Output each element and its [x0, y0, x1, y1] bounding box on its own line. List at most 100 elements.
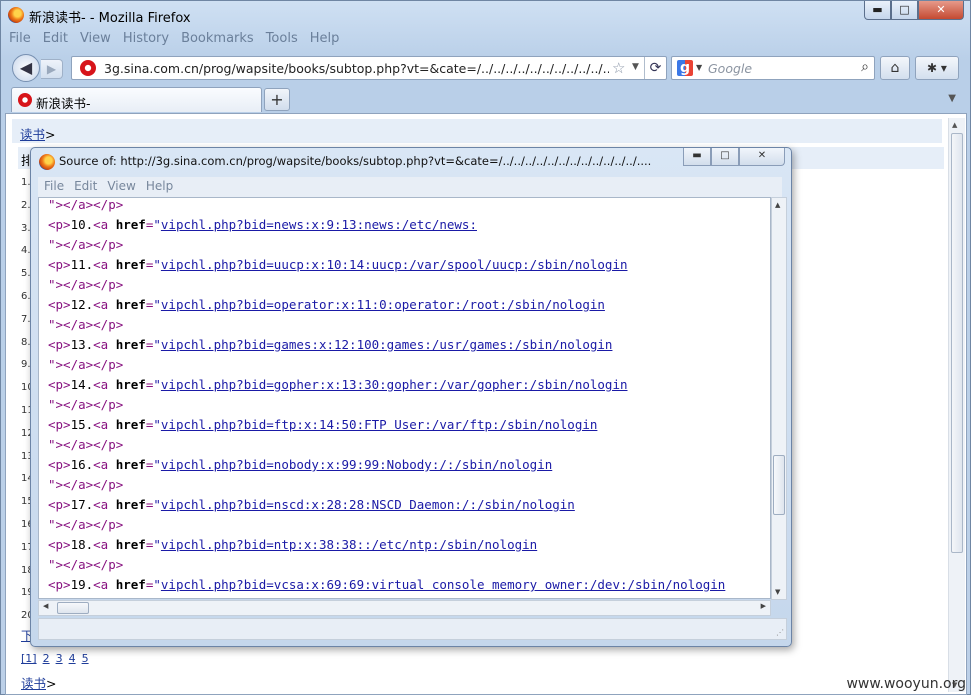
title-bar: 新浪读书- - Mozilla Firefox ▬ □ ✕ — [1, 1, 970, 29]
scroll-down-icon[interactable]: ▼ — [775, 588, 780, 596]
engine-dropdown-icon[interactable]: ▼ — [696, 63, 702, 72]
code-href-link[interactable]: vipchl.php?bid=uucp:x:10:14:uucp:/var/sp… — [161, 257, 628, 272]
code-href-link[interactable]: vipchl.php?bid=games:x:12:100:games:/usr… — [161, 337, 613, 352]
search-placeholder[interactable]: Google — [708, 61, 752, 76]
new-tab-button[interactable]: + — [264, 88, 290, 111]
bottom-breadcrumb-link[interactable]: 读书 — [21, 676, 46, 691]
source-line-close: "></a></p> — [48, 475, 123, 495]
source-minimize-button[interactable]: ▬ — [683, 148, 711, 166]
forward-button[interactable]: ▶ — [41, 59, 63, 79]
code-href-link[interactable]: vipchl.php?bid=operator:x:11:0:operator:… — [161, 297, 605, 312]
source-line-close: "></a></p> — [48, 395, 123, 415]
site-favicon-icon — [80, 60, 96, 76]
page-link-4[interactable]: 4 — [69, 652, 76, 665]
source-menu-help[interactable]: Help — [146, 179, 173, 195]
code-tag: <p> — [48, 497, 71, 512]
code-href-link[interactable]: vipchl.php?bid=gopher:x:13:30:gopher:/va… — [161, 377, 628, 392]
code-number: 16. — [70, 457, 94, 472]
code-text: "></a></p> — [48, 397, 124, 412]
back-button[interactable]: ◀ — [12, 54, 40, 82]
code-tag: <a — [93, 577, 116, 592]
tab-favicon-icon — [18, 93, 32, 107]
close-button[interactable]: ✕ — [918, 1, 964, 20]
url-bar[interactable]: 3g.sina.com.cn/prog/wapsite/books/subtop… — [71, 56, 667, 80]
page-scrollbar[interactable]: ▲ ▼ — [948, 118, 965, 692]
source-menu-bar: File Edit View Help — [38, 177, 782, 197]
source-vertical-scrollbar[interactable]: ▲ ▼ — [771, 197, 787, 600]
minimize-button[interactable]: ▬ — [864, 1, 891, 20]
tab-sina-books[interactable]: 新浪读书- — [11, 87, 262, 112]
code-quote: " — [153, 377, 161, 392]
code-attr: href — [115, 337, 146, 352]
code-quote: " — [153, 217, 161, 232]
reload-button[interactable]: ⟳ — [644, 57, 666, 79]
google-engine-icon[interactable]: g — [677, 60, 693, 76]
view-source-window: Source of: http://3g.sina.com.cn/prog/wa… — [30, 147, 792, 647]
maximize-button[interactable]: □ — [891, 1, 918, 20]
list-all-tabs-icon[interactable]: ▼ — [948, 93, 956, 104]
home-button[interactable]: ⌂ — [880, 56, 910, 80]
code-href-link[interactable]: vipchl.php?bid=ntp:x:38:38::/etc/ntp:/sb… — [161, 537, 537, 552]
code-tag: <p> — [48, 337, 71, 352]
code-quote: " — [153, 257, 161, 272]
source-menu-view[interactable]: View — [107, 179, 135, 195]
url-text[interactable]: 3g.sina.com.cn/prog/wapsite/books/subtop… — [104, 61, 609, 76]
code-attr: href — [115, 377, 146, 392]
menu-edit[interactable]: Edit — [43, 31, 68, 51]
code-text: "></a></p> — [48, 277, 124, 292]
search-icon[interactable]: ⌕ — [861, 59, 869, 75]
menu-history[interactable]: History — [123, 31, 169, 51]
resize-grip-icon[interactable]: ⋰ — [776, 628, 784, 637]
scrollbar-thumb[interactable] — [951, 133, 963, 553]
scroll-right-icon[interactable]: ▶ — [761, 602, 766, 610]
code-tag: <a — [93, 297, 116, 312]
scroll-left-icon[interactable]: ◀ — [43, 602, 48, 610]
code-href-link[interactable]: vipchl.php?bid=vcsa:x:69:69:virtual cons… — [161, 577, 725, 592]
bookmark-star-icon[interactable]: ☆ — [612, 59, 625, 77]
source-window-title: Source of: http://3g.sina.com.cn/prog/wa… — [59, 154, 652, 168]
source-code-view[interactable]: "></a></p> <p>10.<a href="vipchl.php?bid… — [38, 197, 771, 599]
code-attr: href — [115, 217, 146, 232]
source-status-bar: ⋰ — [38, 618, 787, 640]
source-line-anchor: <p>10.<a href="vipchl.php?bid=news:x:9:1… — [48, 215, 477, 235]
scroll-up-icon[interactable]: ▲ — [775, 201, 780, 209]
code-tag: <a — [93, 537, 116, 552]
code-href-link[interactable]: vipchl.php?bid=nobody:x:99:99:Nobody:/:/… — [161, 457, 552, 472]
source-maximize-button[interactable]: □ — [711, 148, 739, 166]
code-tag: <p> — [48, 217, 71, 232]
source-menu-edit[interactable]: Edit — [74, 179, 97, 195]
code-quote: " — [153, 297, 161, 312]
code-tag: <a — [93, 417, 116, 432]
search-bar[interactable]: g ▼ Google ⌕ — [671, 56, 875, 80]
menu-view[interactable]: View — [80, 31, 111, 51]
source-horizontal-scrollbar[interactable]: ◀ ▶ — [38, 600, 771, 616]
menu-bookmarks[interactable]: Bookmarks — [181, 31, 254, 51]
code-href-link[interactable]: vipchl.php?bid=ftp:x:14:50:FTP User:/var… — [161, 417, 598, 432]
page-link-3[interactable]: 3 — [56, 652, 63, 665]
code-attr: href — [115, 537, 146, 552]
source-menu-file[interactable]: File — [44, 179, 64, 195]
code-quote: " — [153, 337, 161, 352]
source-line-close: "></a></p> — [48, 315, 123, 335]
scrollbar-thumb[interactable] — [773, 455, 785, 515]
breadcrumb-link-books[interactable]: 读书 — [20, 127, 45, 142]
page-link-1[interactable]: [1] — [21, 652, 37, 665]
source-line-close: "></a></p> — [48, 275, 123, 295]
menu-help[interactable]: Help — [310, 31, 340, 51]
source-close-button[interactable]: ✕ — [739, 148, 785, 166]
addon-button[interactable]: ✱ ▾ — [915, 56, 959, 80]
code-quote: " — [153, 457, 161, 472]
menu-file[interactable]: File — [9, 31, 31, 51]
url-dropdown-icon[interactable]: ▼ — [632, 62, 639, 72]
page-link-5[interactable]: 5 — [82, 652, 89, 665]
code-number: 19. — [70, 577, 94, 592]
code-href-link[interactable]: vipchl.php?bid=news:x:9:13:news:/etc/new… — [161, 217, 477, 232]
code-tag: <p> — [48, 577, 71, 592]
code-href-link[interactable]: vipchl.php?bid=nscd:x:28:28:NSCD Daemon:… — [161, 497, 575, 512]
scrollbar-thumb[interactable] — [57, 602, 89, 614]
source-line-anchor: <p>15.<a href="vipchl.php?bid=ftp:x:14:5… — [48, 415, 597, 435]
scroll-up-icon[interactable]: ▲ — [952, 121, 957, 129]
page-link-2[interactable]: 2 — [43, 652, 50, 665]
source-line-close: "></a></p> — [48, 515, 123, 535]
menu-tools[interactable]: Tools — [266, 31, 298, 51]
